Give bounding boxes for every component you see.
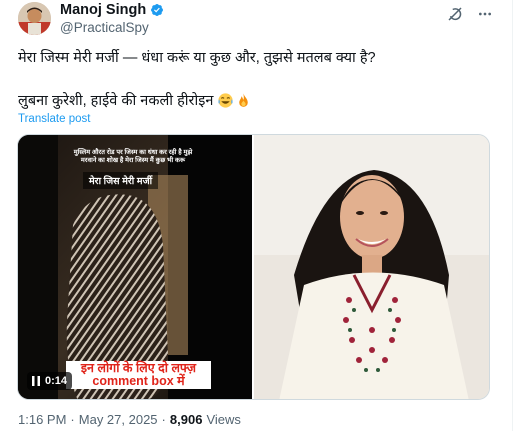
video-caption-bottom: इन लोगों के लिए दो लफ्ज़ comment box में	[66, 361, 211, 389]
tweet-time[interactable]: 1:16 PM	[18, 412, 66, 427]
video-caption-top: मुस्लिम औरत रोड पर जिस्म का धंधा कर रही …	[73, 149, 193, 164]
photo-thumbnail[interactable]	[254, 135, 489, 399]
more-options-icon[interactable]	[476, 6, 494, 22]
portrait-photo-image	[254, 135, 489, 399]
meta-separator-1: ·	[70, 412, 75, 427]
pause-icon[interactable]	[32, 376, 40, 386]
tweet-emojis	[217, 92, 252, 109]
tweet-header: Manoj Singh @PracticalSpy	[18, 2, 496, 36]
video-duration-badge[interactable]: 0:14	[27, 372, 73, 390]
grok-icon[interactable]	[446, 5, 464, 23]
author-handle[interactable]: @PracticalSpy	[60, 20, 164, 35]
views-label: Views	[206, 412, 241, 427]
media-grid: मुस्लिम औरत रोड पर जिस्म का धंधा कर रही …	[17, 134, 490, 400]
views-count: 8,906	[169, 412, 203, 427]
tweet-date[interactable]: May 27, 2025	[79, 412, 158, 427]
tweet-text-line1: मेरा जिस्म मेरी मर्जी — धंधा करूं या कुछ…	[18, 50, 376, 66]
meta-separator-2: ·	[161, 412, 166, 427]
author-display-name-row[interactable]: Manoj Singh	[60, 2, 164, 18]
tweet-text-line2: लुबना कुरेशी, हाईवे की नकली हीरोइन	[18, 93, 214, 109]
tweet-text-line2-row: लुबना कुरेशी, हाईवे की नकली हीरोइन	[18, 90, 252, 110]
fire-icon	[239, 92, 249, 107]
tweet-card: Manoj Singh @PracticalSpy मेरा जिस्म मेर…	[0, 0, 513, 431]
video-caption-middle: मेरा जिस मेरी मर्जी	[83, 172, 159, 189]
tweet-meta: 1:16 PM · May 27, 2025 · 8,906 Views	[18, 412, 241, 427]
video-duration: 0:14	[45, 375, 68, 387]
author-names: Manoj Singh @PracticalSpy	[60, 2, 164, 35]
face-with-tears-of-joy-icon	[218, 92, 233, 108]
video-thumbnail[interactable]: मुस्लिम औरत रोड पर जिस्म का धंधा कर रही …	[18, 135, 252, 399]
verified-badge-icon	[151, 4, 164, 16]
avatar[interactable]	[18, 2, 51, 35]
translate-post-link[interactable]: Translate post	[18, 113, 90, 125]
author-display-name[interactable]: Manoj Singh	[60, 2, 146, 18]
video-caption-bottom-line2: comment box में	[92, 374, 185, 388]
